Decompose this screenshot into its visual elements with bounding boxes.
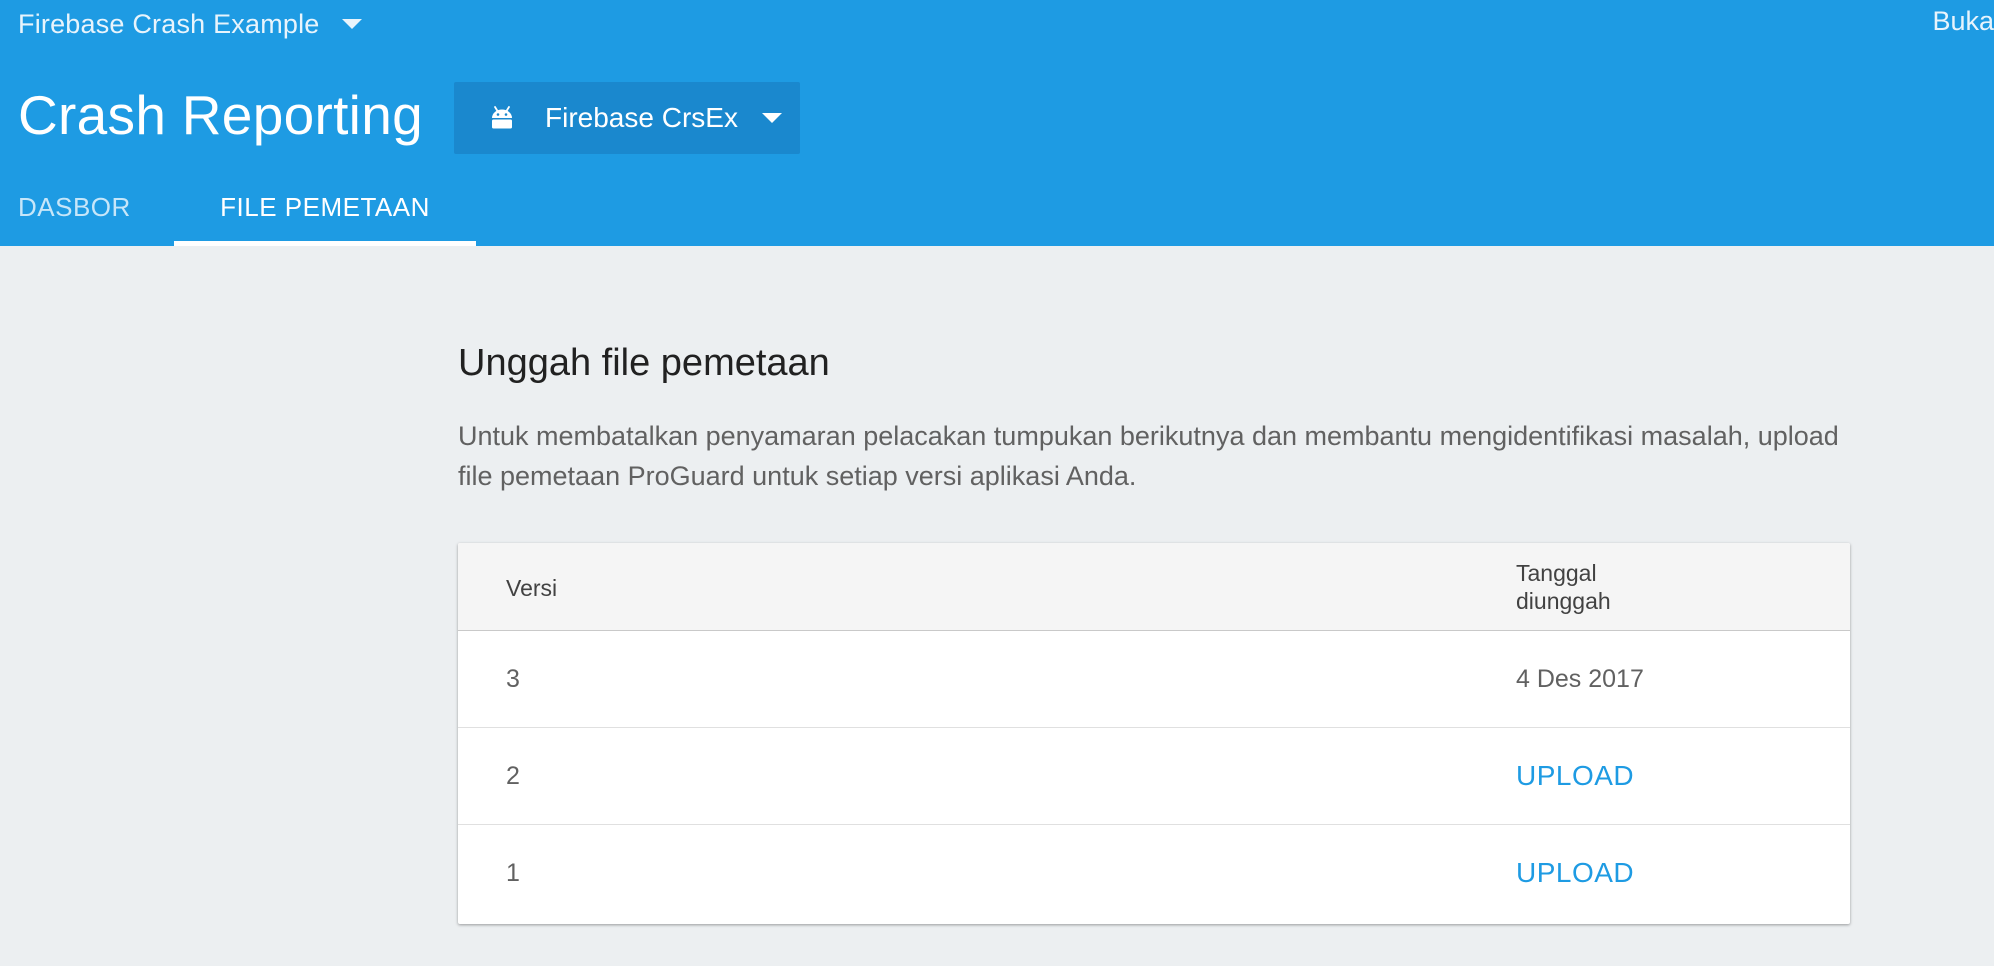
chevron-down-icon bbox=[341, 19, 362, 29]
project-switcher[interactable]: Firebase Crash Example bbox=[18, 6, 362, 42]
version-cell: 1 bbox=[506, 859, 520, 887]
chevron-down-icon bbox=[761, 113, 782, 123]
column-header-upload-date: Tanggal diunggah bbox=[1516, 560, 1611, 614]
column-header-version: Versi bbox=[506, 575, 558, 601]
tab-mapping-files-label: FILE PEMETAAN bbox=[220, 192, 430, 222]
android-icon bbox=[489, 105, 521, 131]
app-header: Firebase Crash Example Buka Crash Report… bbox=[0, 0, 1994, 246]
version-cell: 3 bbox=[506, 665, 520, 693]
upload-button[interactable]: UPLOAD bbox=[1516, 857, 1634, 889]
table-header: Versi Tanggal diunggah bbox=[458, 543, 1850, 631]
project-name: Firebase Crash Example bbox=[18, 8, 320, 39]
app-selector[interactable]: Firebase CrsEx bbox=[454, 82, 800, 154]
app-name: Firebase CrsEx bbox=[545, 102, 738, 133]
table-row: 3 4 Des 2017 bbox=[458, 631, 1850, 728]
table-row: 1 UPLOAD bbox=[458, 825, 1850, 922]
version-cell: 2 bbox=[506, 762, 520, 790]
section-description: Untuk membatalkan penyamaran pelacakan t… bbox=[458, 421, 1839, 491]
upload-button[interactable]: UPLOAD bbox=[1516, 760, 1634, 792]
open-link[interactable]: Buka bbox=[1932, 6, 1994, 37]
table-row: 2 UPLOAD bbox=[458, 728, 1850, 825]
section-heading: Unggah file pemetaan bbox=[458, 342, 830, 384]
mapping-files-table: Versi Tanggal diunggah 3 4 Des 2017 2 UP… bbox=[458, 543, 1850, 924]
active-tab-indicator bbox=[174, 241, 476, 246]
tab-dashboard[interactable]: DASBOR bbox=[18, 180, 131, 246]
upload-date-cell: 4 Des 2017 bbox=[1516, 665, 1644, 693]
tab-mapping-files[interactable]: FILE PEMETAAN bbox=[174, 180, 476, 246]
page-title: Crash Reporting bbox=[18, 84, 423, 146]
